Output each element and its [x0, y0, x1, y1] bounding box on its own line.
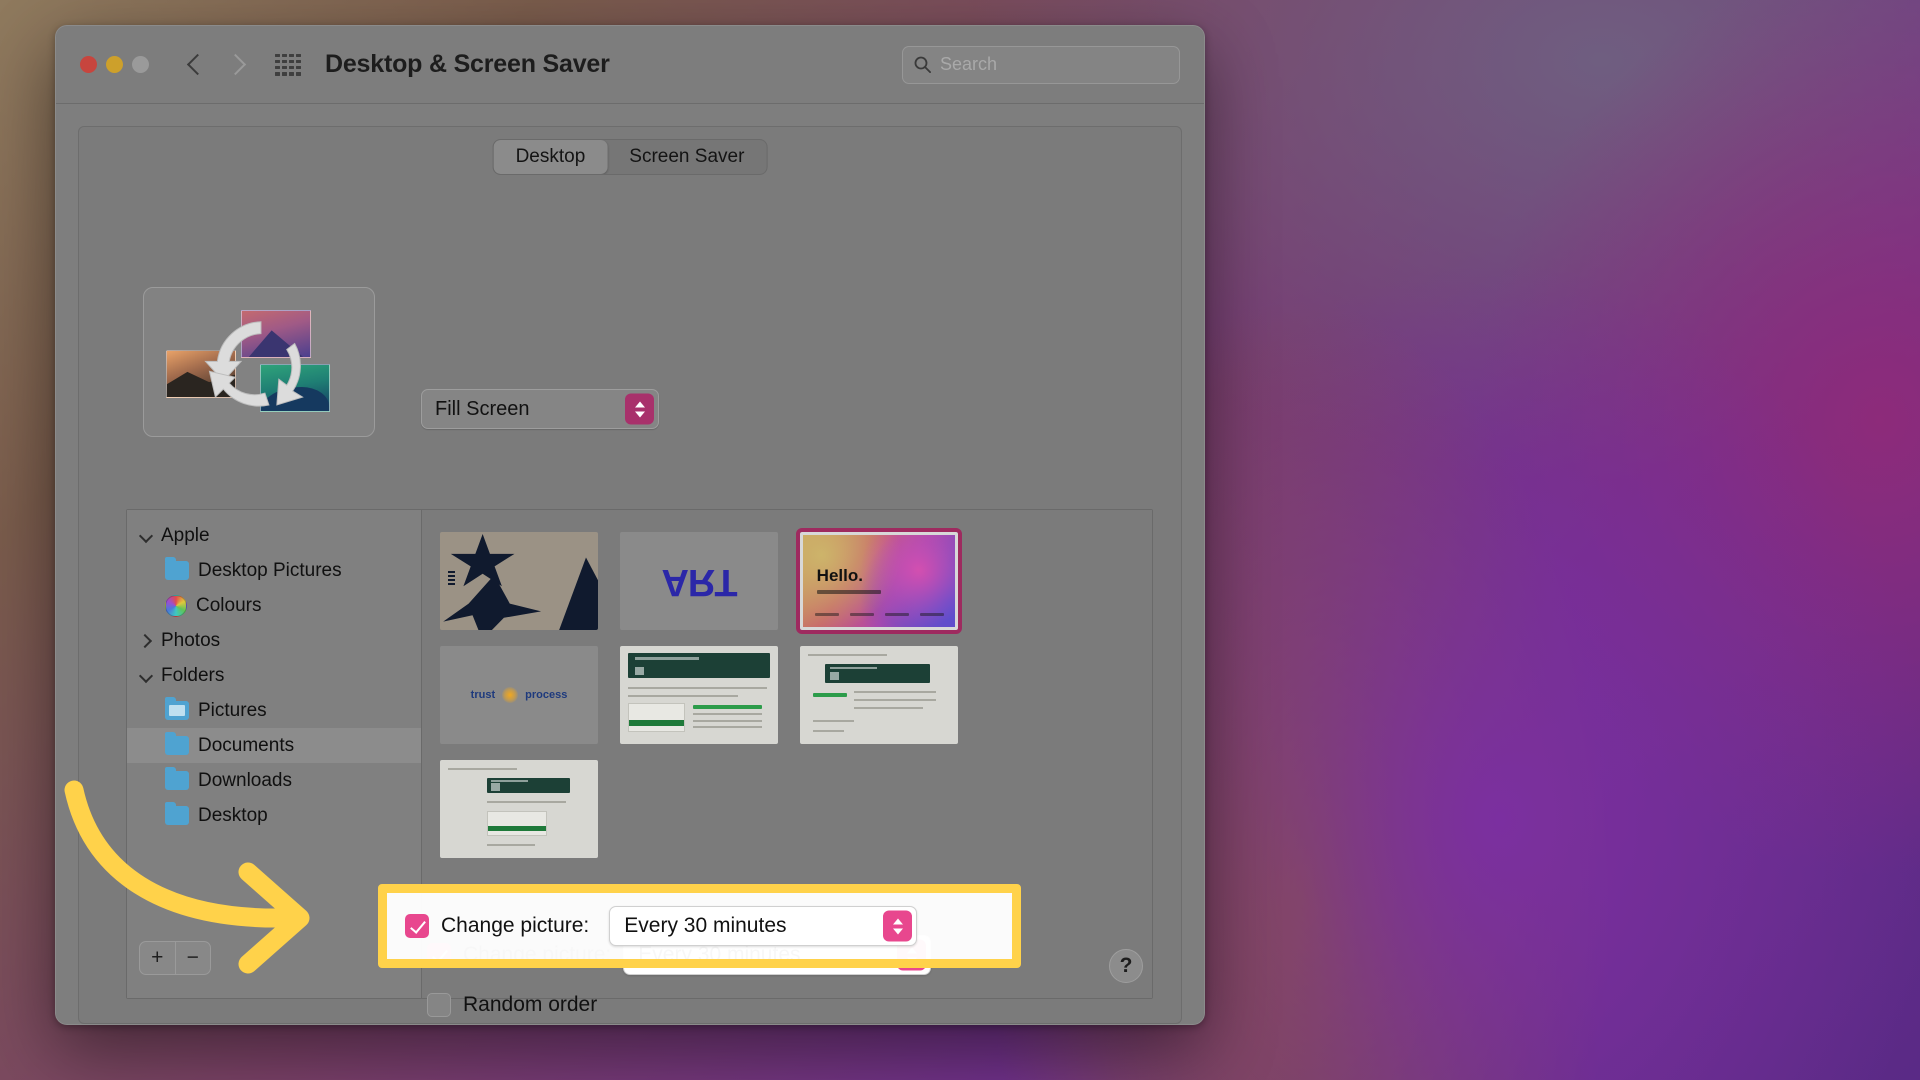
change-picture-label: Change picture: [463, 943, 612, 966]
change-interval-label: Every 30 minutes [638, 943, 801, 966]
random-order-label: Random order [463, 993, 598, 1016]
system-preferences-window: Desktop & Screen Saver Desktop Screen Sa… [55, 25, 1205, 1025]
desktop-background: Desktop & Screen Saver Desktop Screen Sa… [0, 0, 1920, 1080]
disclosure-down-icon[interactable] [137, 667, 155, 685]
scaling-mode-label: Fill Screen [435, 397, 530, 420]
wallpaper-text: Hello. [816, 566, 863, 586]
sidebar-item-label: Desktop Pictures [198, 559, 342, 581]
page-title: Desktop & Screen Saver [325, 50, 610, 78]
minimize-button[interactable] [106, 56, 123, 73]
wallpaper-thumbnail[interactable] [440, 760, 598, 858]
change-picture-checkbox[interactable] [427, 943, 451, 967]
wallpaper-text-right: process [525, 689, 568, 701]
sidebar-item-documents[interactable]: Documents [127, 728, 421, 763]
tab-bar: Desktop Screen Saver [492, 139, 768, 175]
rotation-arrows-icon [204, 321, 304, 407]
wallpaper-text-left: trust [470, 689, 496, 701]
zoom-button[interactable] [132, 56, 149, 73]
search-field[interactable] [902, 45, 1180, 84]
scaling-mode-select[interactable]: Fill Screen [421, 389, 659, 429]
sidebar-item-label: Pictures [198, 699, 267, 721]
random-order-checkbox[interactable] [427, 993, 451, 1017]
sidebar-item-folders[interactable]: Folders [127, 658, 421, 693]
wallpaper-thumbnail[interactable] [440, 532, 598, 630]
search-icon [914, 56, 932, 74]
add-folder-button[interactable]: + [140, 942, 175, 974]
sidebar-item-desktop[interactable]: Desktop [127, 798, 421, 833]
change-interval-stepper-icon[interactable] [897, 939, 927, 971]
traffic-lights [80, 56, 149, 73]
window-toolbar: Desktop & Screen Saver [56, 26, 1204, 104]
sidebar-item-label: Desktop [198, 804, 268, 826]
window-content: Desktop Screen Saver Fill Screen Apple D… [56, 104, 1204, 1024]
sidebar-item-label: Apple [161, 524, 210, 546]
folder-icon [165, 557, 189, 580]
sidebar-item-label: Colours [196, 594, 262, 616]
bottom-bar: + − Change picture: Every 30 minutes Ran… [79, 905, 1181, 1023]
help-button[interactable]: ? [1109, 949, 1143, 983]
wallpaper-thumbnail-selected[interactable]: Hello. [796, 528, 962, 634]
close-button[interactable] [80, 56, 97, 73]
navigation-arrows [187, 51, 245, 79]
scaling-stepper-icon[interactable] [625, 393, 654, 425]
sidebar-item-apple[interactable]: Apple [127, 518, 421, 553]
disclosure-down-icon[interactable] [137, 527, 155, 545]
sidebar-item-label: Downloads [198, 769, 292, 791]
sidebar-item-downloads[interactable]: Downloads [127, 763, 421, 798]
disclosure-right-icon[interactable] [137, 632, 155, 650]
back-chevron-icon[interactable] [187, 51, 205, 79]
sidebar-item-photos[interactable]: Photos [127, 623, 421, 658]
change-picture-row: Change picture: Every 30 minutes [427, 935, 932, 975]
add-remove-folder-buttons: + − [139, 941, 211, 975]
search-input[interactable] [940, 54, 1172, 75]
wallpaper-thumbnail[interactable] [620, 646, 778, 744]
wallpaper-thumbnail[interactable]: ART [620, 532, 778, 630]
tab-desktop[interactable]: Desktop [493, 140, 608, 174]
sidebar-item-desktop-pictures[interactable]: Desktop Pictures [127, 553, 421, 588]
desktop-pane: Desktop Screen Saver Fill Screen Apple D… [78, 126, 1182, 1024]
change-interval-select[interactable]: Every 30 minutes [623, 935, 932, 975]
folder-icon [165, 732, 189, 755]
sidebar-item-pictures[interactable]: Pictures [127, 693, 421, 728]
remove-folder-button[interactable]: − [176, 942, 211, 974]
folder-photos-icon [165, 697, 189, 720]
sidebar-item-colours[interactable]: Colours [127, 588, 421, 623]
wallpaper-thumbnail[interactable]: trust process [440, 646, 598, 744]
wallpaper-text: ART [661, 560, 737, 603]
sun-glow-icon [502, 687, 519, 703]
sidebar-item-label: Folders [161, 664, 225, 686]
folder-icon [165, 767, 189, 790]
wallpaper-thumbnail[interactable] [800, 646, 958, 744]
forward-chevron-icon[interactable] [227, 51, 245, 79]
sidebar-item-label: Photos [161, 629, 221, 651]
show-all-grid-icon[interactable] [275, 53, 301, 76]
sidebar-item-label: Documents [198, 734, 295, 756]
folder-icon [165, 802, 189, 825]
random-order-row: Random order [427, 993, 597, 1017]
desktop-preview-thumbnail[interactable] [143, 287, 375, 437]
tab-screen-saver[interactable]: Screen Saver [607, 140, 766, 174]
colour-wheel-icon [165, 594, 187, 617]
